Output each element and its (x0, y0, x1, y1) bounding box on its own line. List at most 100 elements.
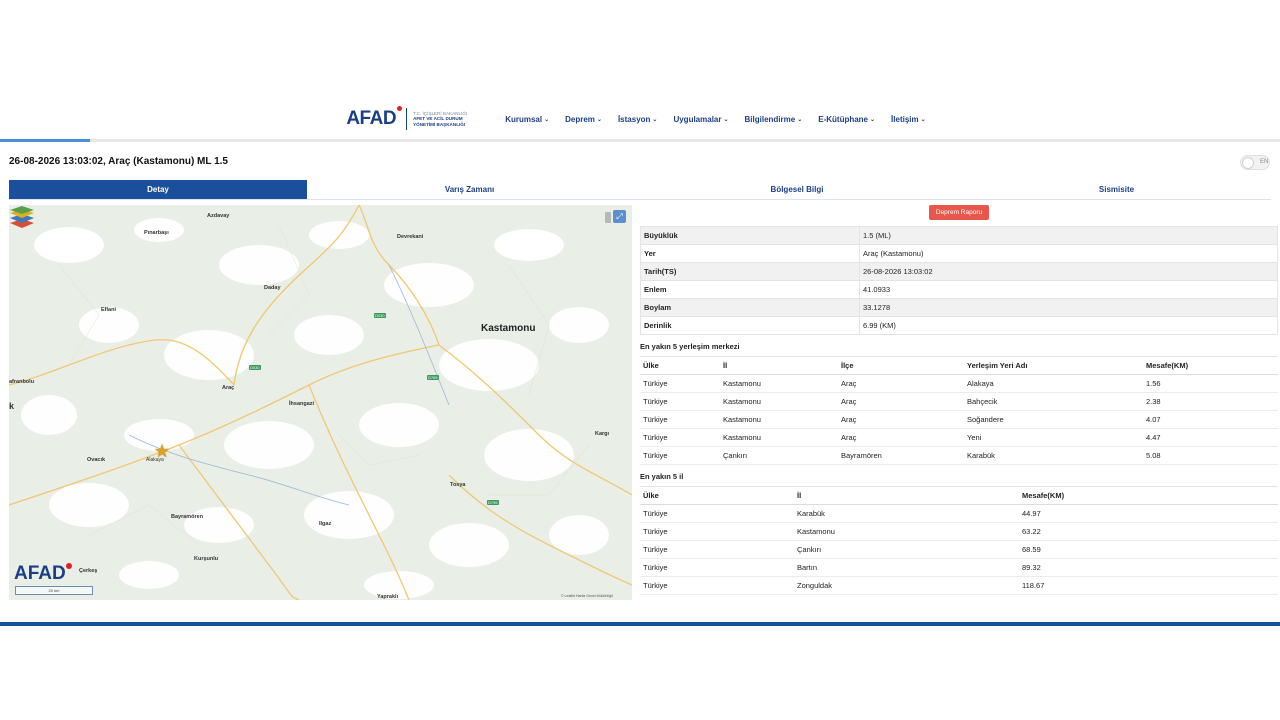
table-row: Türkiye Çankırı Bayramören Karabük 5.08 (640, 446, 1278, 465)
nav-uygulamalar[interactable]: Uygulamalar ⌄ (673, 115, 728, 124)
cell: Araç (838, 374, 964, 393)
info-value: 41.0933 (859, 280, 1278, 299)
map-place-tosya: Tosya (450, 482, 466, 488)
cell: Türkiye (640, 374, 720, 393)
map-place-kastamonu: Kastamonu (481, 323, 536, 334)
info-value: 33.1278 (859, 298, 1278, 317)
cell: Araç (838, 428, 964, 447)
cell: Çankırı (720, 446, 838, 465)
info-key: Tarih(TS) (640, 262, 860, 281)
provinces-title: En yakın 5 il (640, 472, 684, 481)
table-row: Türkiye Zonguldak 118.67 (640, 576, 1278, 595)
cell: Türkiye (640, 540, 794, 559)
tab-varis-zamani[interactable]: Varış Zamanı (307, 180, 632, 199)
earthquake-report-button[interactable]: Deprem Raporu (929, 205, 989, 220)
cell: 4.07 (1143, 410, 1278, 429)
info-value: Araç (Kastamonu) (859, 244, 1278, 263)
cell: 63.22 (1019, 522, 1278, 541)
tab-detay[interactable]: Detay (9, 180, 307, 199)
table-row: Büyüklük 1.5 (ML) (640, 226, 1278, 245)
cell: 4.47 (1143, 428, 1278, 447)
map-place-edge: k (9, 401, 15, 411)
nav-iletisim[interactable]: İletişim ⌄ (891, 115, 926, 124)
site-header: AFAD T.C. İÇİŞLERİ BAKANLIĞI AFET VE ACİ… (0, 100, 1280, 138)
info-key: Büyüklük (640, 226, 860, 245)
nav-istasyon[interactable]: İstasyon ⌄ (618, 115, 658, 124)
nav-kurumsal[interactable]: Kurumsal ⌄ (505, 115, 549, 124)
cell: Zonguldak (794, 576, 1019, 595)
earthquake-info-table: Büyüklük 1.5 (ML) Yer Araç (Kastamonu) Tar… (640, 226, 1278, 335)
cell: 68.59 (1019, 540, 1278, 559)
provinces-table: Ülke İl Mesafe(KM) Türkiye Karabük 44.97 T… (640, 486, 1278, 595)
column-header: Mesafe(KM) (1143, 356, 1278, 375)
page-title: 26-08-2026 13:03:02, Araç (Kastamonu) ML… (9, 156, 228, 167)
nav-deprem[interactable]: Deprem ⌄ (565, 115, 602, 124)
map-place-safranbolu: afranbolu (9, 379, 35, 385)
table-row: Türkiye Çankırı 68.59 (640, 540, 1278, 559)
nav-bilgilendirme[interactable]: Bilgilendirme ⌄ (745, 115, 803, 124)
cell: Karabük (964, 446, 1143, 465)
map-layers-icon[interactable] (9, 205, 35, 229)
cell: Türkiye (640, 558, 794, 577)
map-place-devrekani: Devrekani (397, 234, 424, 240)
map-base (9, 205, 632, 600)
map-place-eflani: Eflani (101, 307, 116, 313)
tab-bar: Detay Varış Zamanı Bölgesel Bilgi Sismis… (9, 180, 1271, 200)
tab-bolgesel-bilgi[interactable]: Bölgesel Bilgi (632, 180, 962, 199)
table-row: Derinlik 6.99 (KM) (640, 316, 1278, 335)
map-place-yaprakli: Yapraklı (377, 594, 399, 600)
cell: 44.97 (1019, 504, 1278, 523)
cell: 89.32 (1019, 558, 1278, 577)
info-key: Yer (640, 244, 860, 263)
footer-divider (0, 622, 1280, 626)
language-toggle[interactable]: EN (1240, 155, 1270, 170)
chevron-down-icon: ⌄ (797, 116, 803, 123)
cell: Alakaya (964, 374, 1143, 393)
map-afad-logo: AFAD (14, 563, 72, 585)
table-row: Türkiye Kastamonu Araç Bahçecik 2.38 (640, 392, 1278, 411)
column-header: Ülke (640, 486, 794, 505)
info-value: 26-08-2026 13:03:02 (859, 262, 1278, 281)
cell: Bartın (794, 558, 1019, 577)
map-minimize-control[interactable] (605, 212, 611, 223)
map-place-daday: Daday (264, 285, 281, 291)
map-place-kursunlu: Kurşunlu (194, 556, 219, 562)
cell: 2.38 (1143, 392, 1278, 411)
cell: Kastamonu (720, 392, 838, 411)
map-fullscreen-icon[interactable]: ⤢ (613, 210, 626, 223)
cell: Kastamonu (720, 410, 838, 429)
map-attribution: © Leaflet Harita Genel Müdürlüğü (561, 594, 614, 598)
earthquake-map[interactable]: Azdavay Pınarbaşı Devrekani Daday Kastam… (9, 205, 632, 600)
settlements-table: Ülke İl İlçe Yerleşim Yeri Adı Mesafe(KM… (640, 356, 1278, 465)
info-key: Derinlik (640, 316, 860, 335)
map-place-ilgaz: Ilgaz (319, 521, 332, 527)
cell: Türkiye (640, 504, 794, 523)
map-place-pinarbasi: Pınarbaşı (144, 230, 169, 236)
page: AFAD T.C. İÇİŞLERİ BAKANLIĞI AFET VE ACİ… (0, 0, 1280, 720)
cell: Türkiye (640, 446, 720, 465)
map-place-azdavay: Azdavay (207, 213, 230, 219)
chevron-down-icon: ⌄ (596, 116, 602, 123)
afad-logo[interactable]: AFAD T.C. İÇİŞLERİ BAKANLIĞI AFET VE ACİ… (346, 106, 467, 130)
cell: Türkiye (640, 410, 720, 429)
column-header: İl (720, 356, 838, 375)
map-scale-bar: 20 km (15, 586, 93, 595)
table-row: Türkiye Karabük 44.97 (640, 504, 1278, 523)
toggle-label: EN (1260, 159, 1269, 165)
epicenter-star-icon[interactable]: ★ (154, 442, 170, 460)
cell: Karabük (794, 504, 1019, 523)
nav-e-kutuphane[interactable]: E-Kütüphane ⌄ (818, 115, 875, 124)
chevron-down-icon: ⌄ (870, 116, 876, 123)
map-place-ihsangazi: İhsangazi (289, 401, 315, 407)
column-header: Ülke (640, 356, 720, 375)
map-place-ovacik: Ovacık (87, 457, 106, 463)
cell: 1.56 (1143, 374, 1278, 393)
cell: Kastamonu (720, 374, 838, 393)
loading-bar (0, 139, 1280, 142)
tab-sismisite[interactable]: Sismisite (962, 180, 1271, 199)
table-row: Türkiye Kastamonu Araç Soğandere 4.07 (640, 410, 1278, 429)
table-row: Enlem 41.0933 (640, 280, 1278, 299)
toggle-knob (1242, 157, 1254, 169)
column-header: Mesafe(KM) (1019, 486, 1278, 505)
table-row: Türkiye Kastamonu Araç Yeni 4.47 (640, 428, 1278, 447)
